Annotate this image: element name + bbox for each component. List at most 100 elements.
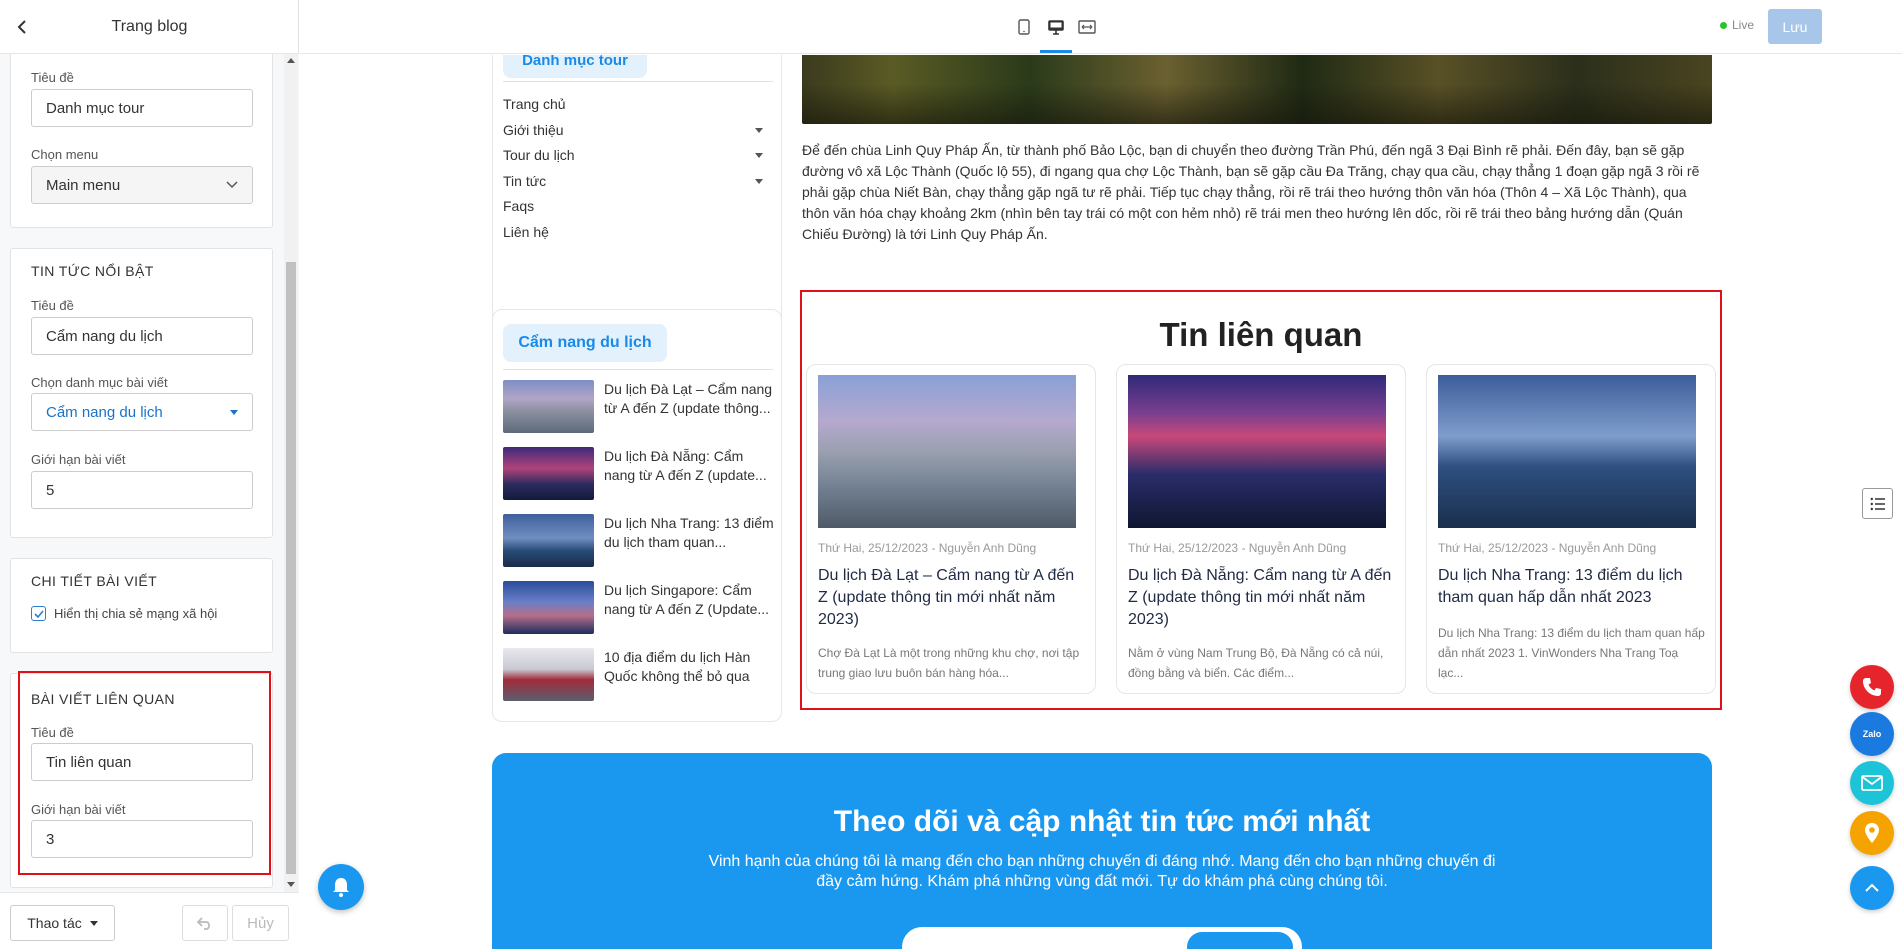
- news-thumbnail[interactable]: [503, 380, 594, 433]
- cancel-button[interactable]: Hủy: [232, 905, 289, 941]
- menu-item-label: Tour du lịch: [503, 147, 575, 163]
- subscribe-button[interactable]: [1187, 932, 1293, 949]
- caret-down-icon[interactable]: [755, 178, 763, 184]
- menu-item-tours[interactable]: Tour du lịch: [503, 147, 773, 163]
- settings-panel: Trang blog Tiêu đề Danh mục tour Chọn me…: [0, 0, 299, 949]
- panel-scroll-area: Tiêu đề Danh mục tour Chọn menu Main men…: [0, 54, 299, 892]
- related-post-meta: Thứ Hai, 25/12/2023 - Nguyễn Anh Dũng: [1438, 541, 1657, 555]
- related-post-card[interactable]: Thứ Hai, 25/12/2023 - Nguyễn Anh Dũng Du…: [806, 364, 1096, 694]
- subscribe-text: Vinh hạnh của chúng tôi là mang đến cho …: [708, 853, 1496, 890]
- chevron-left-icon: [17, 20, 26, 34]
- article-detail-card: CHI TIẾT BÀI VIẾT Hiển thị chia sẻ mạng …: [10, 558, 273, 653]
- news-item[interactable]: Du lịch Singapore: Cẩm nang từ A đến Z (…: [503, 581, 779, 635]
- scroll-top-button[interactable]: [1850, 866, 1894, 910]
- related-posts-section: Tin liên quan Thứ Hai, 25/12/2023 - Nguy…: [800, 290, 1722, 710]
- menu-item-label: Trang chủ: [503, 96, 566, 112]
- zalo-button[interactable]: Zalo: [1850, 712, 1894, 756]
- menu-title-input[interactable]: Danh mục tour: [31, 89, 253, 127]
- chevron-down-icon: [226, 181, 238, 189]
- device-fullwidth-button[interactable]: [1074, 14, 1100, 40]
- featured-title-input[interactable]: Cẩm nang du lịch: [31, 317, 253, 355]
- related-post-title[interactable]: Du lịch Nha Trang: 13 điểm du lịch tham …: [1438, 565, 1706, 609]
- news-item-title[interactable]: Du lịch Đà Lạt – Cẩm nang từ A đến Z (up…: [604, 380, 774, 418]
- notification-bell-button[interactable]: [318, 864, 364, 910]
- news-thumbnail[interactable]: [503, 514, 594, 567]
- article-detail-heading: CHI TIẾT BÀI VIẾT: [31, 573, 158, 589]
- editor-topbar: Live Lưu: [300, 0, 1902, 54]
- menu-item-about[interactable]: Giới thiệu: [503, 122, 773, 138]
- highlight-related-settings: [18, 671, 271, 875]
- app-window: Trang blog Tiêu đề Danh mục tour Chọn me…: [0, 0, 1902, 949]
- menu-item-news[interactable]: Tin tức: [503, 173, 773, 189]
- action-label: Thao tác: [27, 915, 82, 931]
- related-post-image[interactable]: [818, 375, 1076, 528]
- news-item[interactable]: Du lịch Đà Nẵng: Cẩm nang từ A đến Z (up…: [503, 447, 779, 501]
- menu-title-label: Tiêu đề: [31, 70, 74, 85]
- related-post-image[interactable]: [1438, 375, 1696, 528]
- menu-item-contact[interactable]: Liên hệ: [503, 224, 773, 240]
- news-thumbnail[interactable]: [503, 581, 594, 634]
- related-post-card[interactable]: Thứ Hai, 25/12/2023 - Nguyễn Anh Dũng Du…: [1426, 364, 1716, 694]
- news-item-title[interactable]: Du lịch Singapore: Cẩm nang từ A đến Z (…: [604, 581, 774, 619]
- featured-limit-input[interactable]: 5: [31, 471, 253, 509]
- mail-button[interactable]: [1850, 761, 1894, 805]
- zalo-icon: Zalo: [1862, 729, 1882, 739]
- featured-category-value: Cẩm nang du lịch: [46, 403, 163, 421]
- save-button[interactable]: Lưu: [1768, 9, 1822, 44]
- panel-footer: Thao tác Hủy: [0, 892, 299, 949]
- menu-item-faqs[interactable]: Faqs: [503, 198, 773, 214]
- table-of-contents-button[interactable]: [1862, 488, 1893, 519]
- check-icon: [33, 609, 44, 618]
- featured-news-card: TIN TỨC NỔI BẬT Tiêu đề Cẩm nang du lịch…: [10, 248, 273, 538]
- back-button[interactable]: [8, 13, 36, 41]
- featured-category-select[interactable]: Cẩm nang du lịch: [31, 393, 253, 431]
- share-checkbox-row[interactable]: Hiển thị chia sẻ mạng xã hội: [31, 606, 217, 621]
- phone-button[interactable]: [1850, 665, 1894, 709]
- panel-header: Trang blog: [0, 0, 299, 54]
- phone-icon: [1863, 678, 1881, 696]
- news-item-title[interactable]: Du lịch Nha Trang: 13 điểm du lịch tham …: [604, 514, 774, 552]
- news-item-title[interactable]: Du lịch Đà Nẵng: Cẩm nang từ A đến Z (up…: [604, 447, 774, 485]
- menu-item-home[interactable]: Trang chủ: [503, 96, 773, 112]
- menu-select-value: Main menu: [46, 176, 121, 194]
- menu-item-label: Giới thiệu: [503, 122, 564, 138]
- related-post-meta: Thứ Hai, 25/12/2023 - Nguyễn Anh Dũng: [1128, 541, 1347, 555]
- share-checkbox[interactable]: [31, 606, 46, 621]
- device-mobile-button[interactable]: [1011, 14, 1037, 40]
- related-post-title[interactable]: Du lịch Đà Lạt – Cẩm nang từ A đến Z (up…: [818, 565, 1086, 631]
- caret-down-icon[interactable]: [755, 127, 763, 133]
- news-thumbnail[interactable]: [503, 648, 594, 701]
- news-item[interactable]: Du lịch Nha Trang: 13 điểm du lịch tham …: [503, 514, 779, 568]
- news-item-title[interactable]: 10 địa điểm du lịch Hàn Quốc không thể b…: [604, 648, 774, 686]
- menu-select[interactable]: Main menu: [31, 166, 253, 204]
- travel-guide-widget: Cẩm nang du lịch Du lịch Đà Lạt – Cẩm na…: [492, 309, 782, 722]
- divider: [503, 369, 773, 370]
- related-post-title[interactable]: Du lịch Đà Nẵng: Cẩm nang từ A đến Z (up…: [1128, 565, 1396, 631]
- active-device-indicator: [1040, 50, 1072, 53]
- undo-button[interactable]: [182, 905, 228, 941]
- news-item[interactable]: Du lịch Đà Lạt – Cẩm nang từ A đến Z (up…: [503, 380, 779, 434]
- scroll-up-icon[interactable]: [287, 58, 295, 63]
- article-hero-image: [802, 55, 1712, 124]
- device-desktop-button[interactable]: [1043, 14, 1069, 40]
- caret-down-icon[interactable]: [755, 152, 763, 158]
- caret-down-icon: [89, 920, 98, 926]
- related-post-card[interactable]: Thứ Hai, 25/12/2023 - Nguyễn Anh Dũng Du…: [1116, 364, 1406, 694]
- menu-item-label: Tin tức: [503, 173, 547, 189]
- location-icon: [1865, 823, 1879, 843]
- featured-category-label: Chọn danh mục bài viết: [31, 375, 168, 390]
- action-dropdown-button[interactable]: Thao tác: [10, 905, 115, 941]
- panel-scrollbar-thumb[interactable]: [286, 262, 296, 874]
- divider: [503, 81, 773, 82]
- undo-icon: [197, 917, 210, 930]
- scroll-down-icon[interactable]: [287, 882, 295, 887]
- tour-category-menu: Danh mục tour Trang chủ Giới thiệu Tour …: [492, 55, 782, 341]
- related-post-excerpt: Chợ Đà Lạt Là một trong những khu chợ, n…: [818, 646, 1080, 680]
- fullwidth-icon: [1078, 20, 1096, 34]
- location-button[interactable]: [1850, 811, 1894, 855]
- menu-select-label: Chọn menu: [31, 147, 99, 162]
- news-thumbnail[interactable]: [503, 447, 594, 500]
- related-post-image[interactable]: [1128, 375, 1386, 528]
- news-item[interactable]: 10 địa điểm du lịch Hàn Quốc không thể b…: [503, 648, 779, 702]
- page-preview: Danh mục tour Trang chủ Giới thiệu Tour …: [300, 55, 1902, 949]
